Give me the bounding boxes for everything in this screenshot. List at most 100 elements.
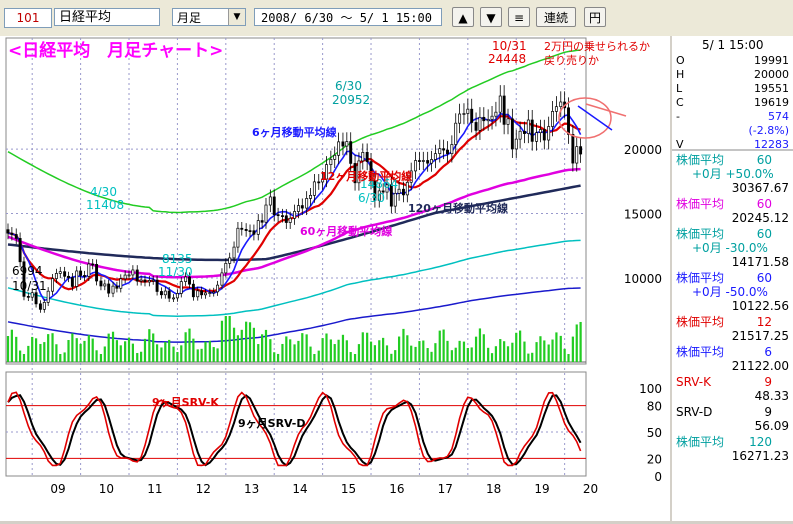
volume-bar [248,322,252,362]
toolbar: 101 日経平均 月足 ▼ 2008/ 6/30 ～ 5/ 1 15:00 ▲ … [0,0,793,36]
volume-bar [289,339,292,362]
x-tick-label: 09 [50,482,65,496]
candle-body [155,279,159,292]
annotation-2015-date: 6/30 [335,79,362,93]
candle-body [535,132,539,142]
volume-bar [245,321,248,362]
volume-bar [140,351,143,362]
candle-body [361,152,365,162]
candle-body [397,188,401,194]
volume-bar [115,340,119,362]
volume-bar [261,334,264,362]
volume-bar [478,328,482,362]
candle-body [309,194,312,199]
volume-bar [361,332,364,362]
ohlc-value: 20000 [754,68,789,81]
candle-body [579,146,583,155]
date-range-field[interactable]: 2008/ 6/30 ～ 5/ 1 15:00 [254,8,442,26]
volume-bar [127,337,131,362]
candle-body [232,246,236,259]
volume-bar [474,336,478,362]
candle-body [300,205,304,209]
next-button[interactable]: ▼ [480,7,502,27]
volume-bar [192,338,195,362]
volume-bar [107,333,110,362]
indicator-name: 株価平均 [676,314,724,329]
volume-bar [276,353,280,362]
volume-bar [160,347,163,362]
indicator-period: 6 [764,345,772,359]
candle-body [523,130,526,134]
volume-bar [341,334,345,362]
x-tick-label: 11 [147,482,162,496]
indicator-name: 株価平均 [676,270,724,285]
yen-button[interactable]: 円 [584,7,606,27]
volume-bar [567,354,570,362]
code-input[interactable]: 101 [4,8,52,28]
volume-bar [434,343,437,362]
candle-body [474,122,478,131]
candle-body [6,229,10,234]
ohlc-value: 19619 [754,96,789,109]
volume-bar [555,332,558,362]
volume-bar [184,332,187,362]
chart-title: <日経平均 月足チャート> [8,40,223,61]
volume-bar [301,333,304,362]
candle-body [147,280,151,283]
candle-body [14,234,18,239]
volume-bar [494,346,498,362]
volume-bar [180,345,183,362]
menu-list-button[interactable]: ≡ [508,7,530,27]
candle-body [490,115,494,120]
candle-body [51,278,54,292]
candle-body [196,290,200,298]
x-tick-label: 15 [341,482,356,496]
candle-body [341,141,345,147]
volume-bar [99,354,103,362]
volume-bar [378,340,381,362]
annotation-2010-value: 11408 [86,198,124,212]
candle-body [526,119,530,134]
srv-y-tick-label: 20 [647,452,662,466]
candle-body [208,292,212,294]
volume-bar [264,329,268,362]
volume-bar [422,340,425,362]
candle-body [260,220,264,223]
candle-body [417,160,421,162]
candle-body [365,152,369,162]
candle-body [87,263,91,277]
indicator-value: 21122.00 [732,359,789,373]
volume-bar [136,353,139,362]
volume-bar [55,344,58,362]
candle-body [466,108,470,114]
candle-body [312,181,316,196]
volume-bar [257,344,260,362]
volume-bar [208,340,211,362]
symbol-name-field[interactable]: 日経平均 [54,8,160,26]
srv-y-tick-label: 100 [639,382,662,396]
annotation-2011-date: 11/30 [158,265,193,279]
volume-bar [164,342,167,362]
volume-bar [345,340,348,362]
highlight-ellipse [558,97,612,139]
volume-bar [27,345,30,362]
volume-bar [59,354,62,362]
volume-bar [228,316,231,362]
candle-body [502,95,506,125]
candle-body [421,160,425,162]
ohlc-label: C [676,96,684,109]
volume-bar [51,333,54,362]
volume-bar [200,348,203,362]
continuous-button[interactable]: 連続 [536,7,576,27]
candle-body [204,292,207,296]
prev-button[interactable]: ▲ [452,7,474,27]
period-select[interactable]: 月足 ▼ [172,8,246,26]
indicator-value: 10122.56 [732,299,789,313]
candle-body [70,277,74,287]
volume-bar [313,354,316,362]
volume-bar [382,337,385,362]
candle-body [506,118,510,125]
volume-bar [402,328,405,362]
chevron-down-icon[interactable]: ▼ [228,9,245,25]
label-srv-k: 9ヶ月SRV-K [152,396,219,409]
